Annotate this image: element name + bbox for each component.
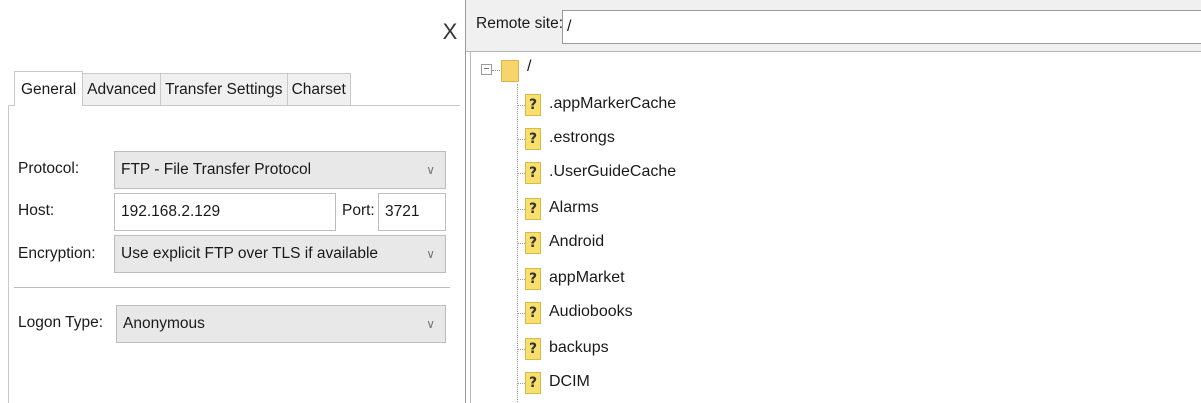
tree-item-label: .appMarkerCache — [549, 95, 677, 112]
chevron-down-icon: ∨ — [426, 247, 435, 261]
tree-item-label: appMarket — [549, 269, 625, 286]
unknown-folder-icon: ? — [525, 232, 541, 254]
tree-item-label: Audiobooks — [549, 303, 633, 320]
tree-item[interactable]: ? Audiobooks — [517, 296, 937, 330]
host-input[interactable]: 192.168.2.129 — [114, 193, 336, 231]
tree-guide-line — [517, 139, 525, 140]
unknown-folder-icon: ? — [525, 198, 541, 220]
tree-guide-line — [517, 105, 525, 106]
tree-item[interactable]: ? backups — [517, 332, 937, 366]
remote-site-panel: Remote site: / − / ? .appMarkerCache ? .… — [465, 0, 1201, 403]
unknown-folder-icon: ? — [525, 302, 541, 324]
tree-item[interactable]: ? .appMarkerCache — [517, 88, 937, 122]
logon-type-label: Logon Type: — [18, 314, 104, 331]
chevron-down-icon: ∨ — [426, 317, 435, 331]
unknown-folder-icon: ? — [525, 268, 541, 290]
unknown-folder-icon: ? — [525, 338, 541, 360]
unknown-folder-icon: ? — [525, 94, 541, 116]
tree-item[interactable]: ? Alarms — [517, 192, 937, 226]
remote-address-bar: Remote site: / — [466, 0, 1201, 52]
tree-item-label: Android — [549, 233, 605, 250]
site-manager-panel: X General Advanced Transfer Settings Cha… — [0, 0, 460, 403]
remote-path-input[interactable]: / — [562, 10, 1201, 44]
encryption-label: Encryption: — [18, 245, 96, 262]
unknown-folder-icon: ? — [525, 372, 541, 394]
tree-root-label[interactable]: / — [527, 58, 531, 76]
unknown-folder-icon: ? — [525, 128, 541, 150]
tree-item-label: Alarms — [549, 199, 599, 216]
logon-type-select[interactable]: Anonymous ∨ — [116, 305, 446, 343]
unknown-folder-icon: ? — [525, 162, 541, 184]
protocol-label: Protocol: — [18, 160, 80, 177]
remote-directory-tree[interactable]: − / ? .appMarkerCache ? .estrongs ? .Use… — [470, 52, 1198, 403]
logon-type-value: Anonymous — [123, 315, 205, 332]
tree-item-label: .UserGuideCache — [549, 163, 677, 180]
tree-item[interactable]: ? Android — [517, 226, 937, 260]
tree-guide-line — [517, 173, 525, 174]
tree-guide-line — [517, 349, 525, 350]
chevron-down-icon: ∨ — [426, 163, 435, 177]
remote-site-label: Remote site: — [476, 15, 564, 32]
tab-advanced[interactable]: Advanced — [82, 73, 162, 105]
collapse-icon[interactable]: − — [481, 64, 492, 75]
tree-item[interactable]: ? appMarket — [517, 262, 937, 296]
close-icon[interactable]: X — [440, 20, 460, 44]
tree-guide-line — [517, 313, 525, 314]
host-label: Host: — [18, 202, 55, 219]
tab-strip: General Advanced Transfer Settings Chars… — [14, 71, 351, 106]
tab-charset[interactable]: Charset — [286, 73, 351, 105]
port-label: Port: — [342, 202, 375, 219]
protocol-select[interactable]: FTP - File Transfer Protocol ∨ — [114, 151, 446, 189]
tree-guide-line — [517, 243, 525, 244]
folder-icon — [501, 60, 519, 82]
divider — [14, 287, 450, 289]
tree-item-label: DCIM — [549, 373, 590, 390]
tab-transfer-settings[interactable]: Transfer Settings — [160, 73, 288, 105]
protocol-value: FTP - File Transfer Protocol — [121, 161, 312, 178]
tree-item-label: .estrongs — [549, 129, 615, 146]
tree-guide-line — [517, 383, 525, 384]
encryption-select[interactable]: Use explicit FTP over TLS if available ∨ — [114, 235, 446, 273]
tree-item[interactable]: ? DCIM — [517, 366, 937, 400]
encryption-value: Use explicit FTP over TLS if available — [121, 245, 379, 262]
tree-item[interactable]: ? .UserGuideCache — [517, 156, 937, 190]
tree-item-label: backups — [549, 339, 609, 356]
tree-guide-line — [517, 279, 525, 280]
tree-item[interactable]: ? .estrongs — [517, 122, 937, 156]
port-input[interactable]: 3721 — [378, 193, 446, 231]
tab-general[interactable]: General — [14, 71, 84, 106]
tree-guide-line — [517, 209, 525, 210]
